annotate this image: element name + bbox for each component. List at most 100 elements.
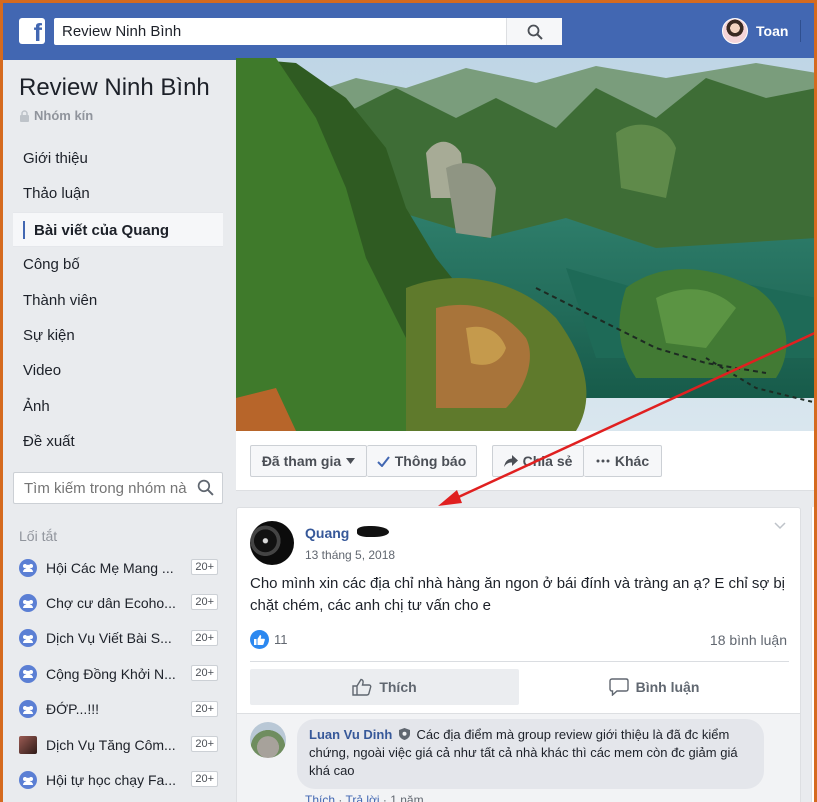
group-search-box	[13, 472, 223, 504]
post-card: Quang 13 tháng 5, 2018 Cho mình xin các …	[236, 507, 801, 802]
shortcut-label: Hội Các Mẹ Mang ...	[46, 559, 174, 576]
shortcut-label: Dịch Vụ Tăng Côm...	[46, 736, 176, 753]
cover-photo[interactable]	[236, 58, 817, 431]
nav-item-recommendations[interactable]: Đề xuất	[13, 424, 223, 459]
shortcut-item[interactable]: Hội tự học chạy Fa... 20+	[19, 762, 224, 797]
checkmark-icon	[377, 455, 390, 467]
notification-badge: 20+	[191, 771, 218, 788]
comment-reply-link[interactable]: Trả lời	[345, 793, 379, 802]
likes-count: 11	[274, 632, 288, 647]
shortcut-label: Dịch Vụ Viết Bài S...	[46, 630, 172, 647]
comment-bubble: Luan Vu Dinh Các địa điểm mà group revie…	[297, 719, 764, 789]
notifications-button[interactable]: Thông báo	[367, 445, 477, 477]
shortcut-label: Hội tự học chạy Fa...	[46, 772, 176, 789]
author-avatar[interactable]	[250, 521, 294, 565]
profile-link[interactable]: Toan	[722, 18, 788, 44]
nav-item-members[interactable]: Thành viên	[13, 283, 223, 318]
notification-badge: 20+	[191, 665, 218, 682]
nav-item-discussion[interactable]: Thảo luận	[13, 176, 223, 211]
joined-button[interactable]: Đã tham gia	[250, 445, 367, 477]
divider	[250, 661, 789, 662]
commenter-avatar[interactable]	[250, 722, 286, 758]
like-label: Thích	[379, 679, 417, 695]
commenter-name[interactable]: Luan Vu Dinh	[309, 727, 392, 742]
search-input[interactable]	[54, 18, 510, 45]
post-timestamp[interactable]: 13 tháng 5, 2018	[305, 548, 395, 562]
separator: ·	[335, 793, 346, 802]
reactions-summary[interactable]: 11	[250, 630, 288, 649]
shortcuts-title: Lối tắt	[19, 528, 58, 544]
group-icon	[19, 558, 37, 577]
more-button[interactable]: Khác	[584, 445, 662, 477]
avatar	[722, 18, 748, 44]
comment-actions: Thích · Trả lời · 1 năm	[305, 793, 424, 802]
nav-item-quang-posts[interactable]: Bài viết của Quang	[13, 211, 223, 248]
shortcut-label: ĐỚP...!!!	[46, 701, 99, 718]
shortcut-item[interactable]: ĐỚP...!!! 20+	[19, 692, 224, 727]
share-button[interactable]: Chia sẻ	[492, 445, 584, 477]
notification-badge: 20+	[191, 735, 218, 752]
more-label: Khác	[614, 453, 650, 469]
divider	[800, 20, 801, 42]
nav-item-events[interactable]: Sự kiện	[13, 318, 223, 353]
post-text: Cho mình xin các địa chỉ nhà hàng ăn ngo…	[250, 575, 786, 614]
notification-badge: 20+	[191, 700, 218, 717]
shortcut-item[interactable]: Cộng Đồng Khởi N... 20+	[19, 656, 224, 691]
profile-name: Toan	[756, 23, 789, 39]
notifications-label: Thông báo	[394, 453, 467, 469]
shortcut-label: Cộng Đồng Khởi N...	[46, 665, 176, 682]
group-search-input[interactable]	[14, 473, 188, 503]
nav-item-announcements[interactable]: Công bố	[13, 247, 223, 282]
post-author-name[interactable]: Quang	[305, 525, 349, 541]
separator: ·	[379, 793, 391, 802]
chevron-down-icon[interactable]	[774, 522, 786, 530]
search-icon[interactable]	[197, 479, 214, 496]
nav-item-videos[interactable]: Video	[13, 353, 223, 388]
group-privacy: Nhóm kín	[19, 108, 93, 123]
group-icon	[19, 629, 37, 648]
notification-badge: 20+	[191, 559, 218, 575]
comment-label: Bình luận	[635, 679, 700, 695]
notification-badge: 20+	[191, 594, 218, 611]
shortcut-item[interactable]: Dịch Vụ Tăng Côm... 20+	[19, 727, 224, 762]
like-reaction-icon	[250, 630, 269, 649]
group-nav: Giới thiệu Thảo luận Bài viết của Quang …	[13, 141, 223, 460]
group-icon	[19, 771, 37, 790]
group-icon	[19, 700, 37, 719]
comment-like-link[interactable]: Thích	[305, 793, 335, 802]
privacy-label: Nhóm kín	[34, 108, 94, 123]
caret-down-icon	[346, 458, 356, 464]
cover-photo-image	[236, 58, 817, 431]
like-button[interactable]: Thích	[250, 669, 519, 705]
more-icon	[596, 459, 610, 463]
group-action-bar: Đã tham gia Thông báo Chia sẻ Khác	[236, 431, 817, 491]
shortcuts-list: Hội Các Mẹ Mang ... 20+ Chợ cư dân Ecoho…	[19, 550, 224, 798]
top-bar: f Toan	[0, 0, 817, 60]
comments-section: Luan Vu Dinh Các địa điểm mà group revie…	[237, 713, 800, 802]
right-column-edge	[811, 507, 817, 802]
shield-icon	[398, 728, 410, 740]
group-icon	[19, 664, 37, 683]
search-icon	[527, 24, 543, 40]
facebook-logo-icon[interactable]: f	[19, 18, 45, 44]
search-button[interactable]	[506, 18, 562, 45]
comment-time[interactable]: 1 năm	[390, 793, 423, 802]
joined-label: Đã tham gia	[261, 453, 342, 469]
share-icon	[503, 455, 518, 467]
thumbs-up-icon	[352, 678, 372, 696]
group-icon	[19, 594, 37, 613]
shortcut-item[interactable]: Dịch Vụ Viết Bài S... 20+	[19, 621, 224, 656]
comments-count[interactable]: 18 bình luận	[710, 632, 787, 648]
group-title[interactable]: Review Ninh Bình	[19, 74, 210, 102]
photo-icon	[19, 735, 37, 754]
comment-button[interactable]: Bình luận	[519, 669, 789, 705]
shortcut-item[interactable]: Chợ cư dân Ecoho... 20+	[19, 585, 224, 620]
share-label: Chia sẻ	[522, 453, 573, 469]
shortcut-item[interactable]: Hội Các Mẹ Mang ... 20+	[19, 550, 224, 585]
shortcut-label: Chợ cư dân Ecoho...	[46, 595, 176, 612]
nav-item-about[interactable]: Giới thiệu	[13, 141, 223, 176]
comment-icon	[608, 678, 629, 696]
notification-badge: 20+	[191, 629, 218, 646]
nav-item-photos[interactable]: Ảnh	[13, 389, 223, 424]
lock-icon	[20, 109, 29, 122]
